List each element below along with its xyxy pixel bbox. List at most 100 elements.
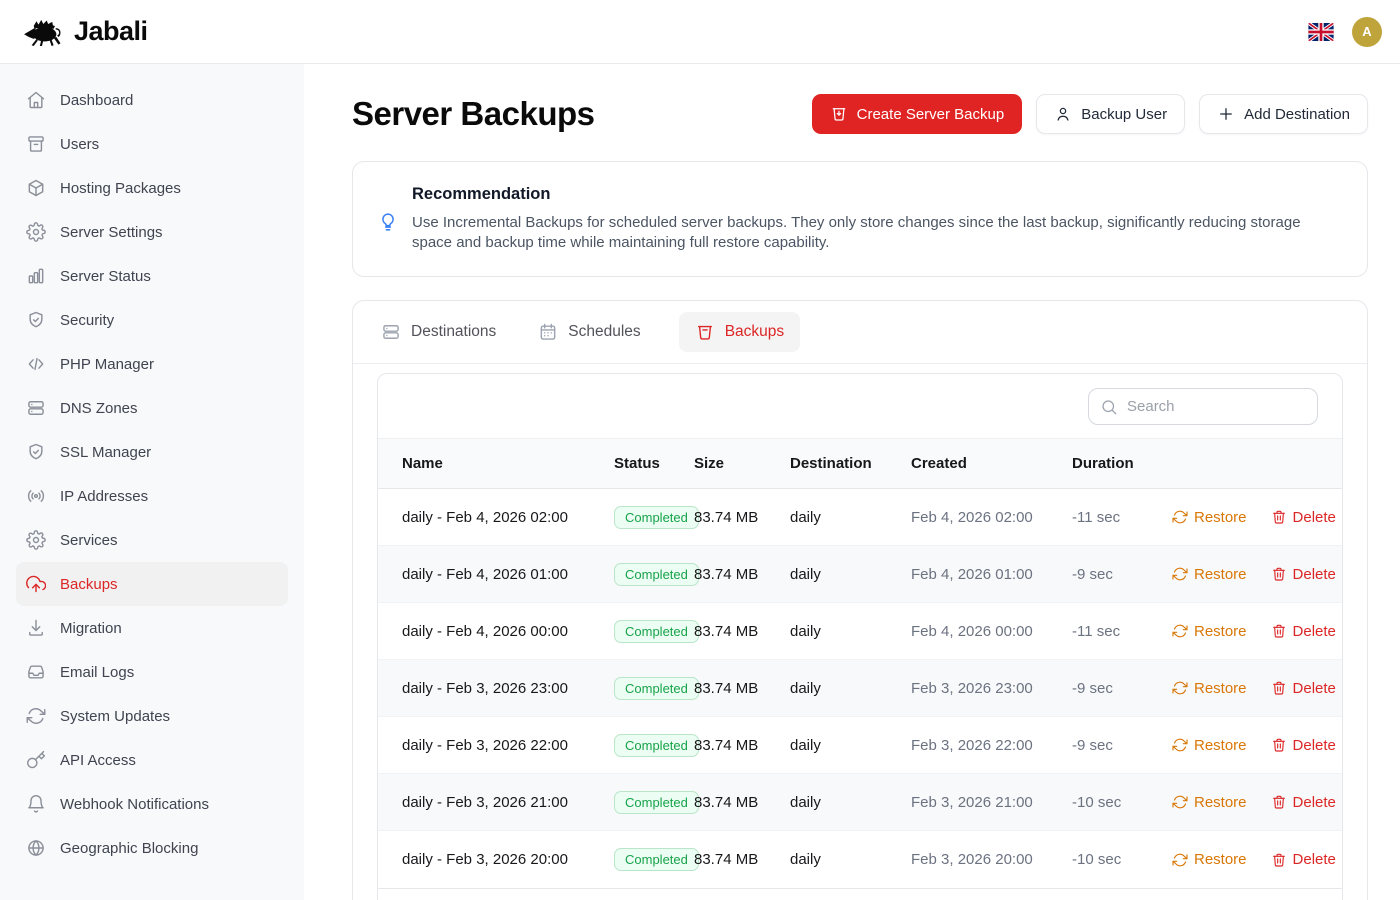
sidebar-item-label: Services bbox=[60, 532, 118, 549]
sidebar-item[interactable]: Backups bbox=[16, 562, 288, 606]
delete-button[interactable]: Delete bbox=[1271, 566, 1336, 583]
backup-created: Feb 4, 2026 01:00 bbox=[911, 566, 1072, 583]
sidebar-item[interactable]: Dashboard bbox=[16, 78, 288, 122]
key-icon bbox=[26, 750, 46, 770]
language-flag-button[interactable] bbox=[1308, 23, 1334, 41]
bell-icon bbox=[26, 794, 46, 814]
table-row: daily - Feb 4, 2026 02:00 Completed 83.7… bbox=[378, 489, 1342, 546]
backups-panel: Destinations Schedules Backups bbox=[352, 300, 1368, 900]
restore-label: Restore bbox=[1194, 623, 1247, 640]
sidebar-item[interactable]: Users bbox=[16, 122, 288, 166]
row-actions: Restore Delete bbox=[1172, 566, 1336, 583]
trash-icon bbox=[1271, 509, 1287, 525]
status-badge: Completed bbox=[614, 848, 699, 871]
add-destination-button[interactable]: Add Destination bbox=[1199, 94, 1368, 134]
restore-label: Restore bbox=[1194, 680, 1247, 697]
sidebar-item[interactable]: Migration bbox=[16, 606, 288, 650]
tab-label: Backups bbox=[725, 323, 784, 341]
restore-button[interactable]: Restore bbox=[1172, 623, 1247, 640]
sidebar-item[interactable]: Hosting Packages bbox=[16, 166, 288, 210]
sidebar-item[interactable]: Webhook Notifications bbox=[16, 782, 288, 826]
sidebar-item[interactable]: Server Settings bbox=[16, 210, 288, 254]
restore-icon bbox=[1172, 737, 1188, 753]
sidebar-item[interactable]: SSL Manager bbox=[16, 430, 288, 474]
restore-label: Restore bbox=[1194, 509, 1247, 526]
delete-button[interactable]: Delete bbox=[1271, 509, 1336, 526]
restore-button[interactable]: Restore bbox=[1172, 566, 1247, 583]
delete-button[interactable]: Delete bbox=[1271, 851, 1336, 868]
backup-destination: daily bbox=[790, 623, 911, 640]
sidebar-item[interactable]: PHP Manager bbox=[16, 342, 288, 386]
backup-created: Feb 4, 2026 00:00 bbox=[911, 623, 1072, 640]
restore-button[interactable]: Restore bbox=[1172, 737, 1247, 754]
sidebar-item-label: System Updates bbox=[60, 708, 170, 725]
backup-status-cell: Completed bbox=[614, 734, 694, 757]
inbox-icon bbox=[26, 662, 46, 682]
sidebar-item[interactable]: Geographic Blocking bbox=[16, 826, 288, 870]
shield-icon bbox=[26, 442, 46, 462]
row-actions: Restore Delete bbox=[1172, 794, 1336, 811]
user-avatar[interactable]: A bbox=[1352, 17, 1382, 47]
restore-icon bbox=[1172, 566, 1188, 582]
backup-user-button[interactable]: Backup User bbox=[1036, 94, 1185, 134]
sidebar-item-label: Email Logs bbox=[60, 664, 134, 681]
search-box[interactable] bbox=[1088, 388, 1318, 425]
backup-name: daily - Feb 4, 2026 01:00 bbox=[402, 566, 614, 583]
tab[interactable]: Schedules bbox=[534, 312, 644, 352]
backup-duration: -11 sec bbox=[1072, 623, 1172, 640]
sidebar-item-label: Dashboard bbox=[60, 92, 133, 109]
restore-button[interactable]: Restore bbox=[1172, 509, 1247, 526]
sidebar-item-label: SSL Manager bbox=[60, 444, 151, 461]
delete-button[interactable]: Delete bbox=[1271, 737, 1336, 754]
restore-icon bbox=[1172, 509, 1188, 525]
backup-size: 83.74 MB bbox=[694, 680, 790, 697]
restore-label: Restore bbox=[1194, 566, 1247, 583]
backup-size: 83.74 MB bbox=[694, 566, 790, 583]
sidebar-item[interactable]: Server Status bbox=[16, 254, 288, 298]
delete-button[interactable]: Delete bbox=[1271, 680, 1336, 697]
brand[interactable]: Jabali bbox=[22, 16, 148, 47]
create-server-backup-button[interactable]: Create Server Backup bbox=[812, 94, 1023, 134]
brand-name: Jabali bbox=[74, 16, 148, 47]
app-window: Jabali A Dashboard bbox=[0, 0, 1400, 900]
backup-created: Feb 3, 2026 22:00 bbox=[911, 737, 1072, 754]
sidebar-item-label: PHP Manager bbox=[60, 356, 154, 373]
row-actions: Restore Delete bbox=[1172, 851, 1336, 868]
table-row: daily - Feb 4, 2026 00:00 Completed 83.7… bbox=[378, 603, 1342, 660]
restore-button[interactable]: Restore bbox=[1172, 794, 1247, 811]
backup-status-cell: Completed bbox=[614, 506, 694, 529]
backup-name: daily - Feb 4, 2026 00:00 bbox=[402, 623, 614, 640]
sidebar-item[interactable]: Security bbox=[16, 298, 288, 342]
backup-size: 83.74 MB bbox=[694, 851, 790, 868]
column-header-created: Created bbox=[911, 455, 1072, 472]
sidebar-item[interactable]: DNS Zones bbox=[16, 386, 288, 430]
tab[interactable]: Destinations bbox=[377, 312, 500, 352]
sidebar-item-label: Webhook Notifications bbox=[60, 796, 209, 813]
sidebar-item[interactable]: Email Logs bbox=[16, 650, 288, 694]
boar-logo-icon bbox=[22, 16, 66, 47]
sidebar-item[interactable]: System Updates bbox=[16, 694, 288, 738]
status-badge: Completed bbox=[614, 677, 699, 700]
search-input[interactable] bbox=[1088, 388, 1318, 425]
backup-destination: daily bbox=[790, 680, 911, 697]
sidebar-item[interactable]: Services bbox=[16, 518, 288, 562]
plus-icon bbox=[1217, 105, 1235, 123]
delete-label: Delete bbox=[1293, 566, 1336, 583]
backup-duration: -11 sec bbox=[1072, 509, 1172, 526]
refresh-icon bbox=[26, 706, 46, 726]
bucket-icon bbox=[695, 322, 715, 342]
backup-size: 83.74 MB bbox=[694, 737, 790, 754]
backup-created: Feb 3, 2026 23:00 bbox=[911, 680, 1072, 697]
backup-status-cell: Completed bbox=[614, 791, 694, 814]
delete-button[interactable]: Delete bbox=[1271, 794, 1336, 811]
topbar-right: A bbox=[1308, 17, 1382, 47]
restore-button[interactable]: Restore bbox=[1172, 680, 1247, 697]
backup-status-cell: Completed bbox=[614, 620, 694, 643]
restore-button[interactable]: Restore bbox=[1172, 851, 1247, 868]
tab[interactable]: Backups bbox=[679, 312, 800, 352]
sidebar-item[interactable]: IP Addresses bbox=[16, 474, 288, 518]
sidebar-item[interactable]: API Access bbox=[16, 738, 288, 782]
restore-label: Restore bbox=[1194, 794, 1247, 811]
sidebar: Dashboard Users Hosting Packages Server … bbox=[0, 64, 304, 900]
delete-button[interactable]: Delete bbox=[1271, 623, 1336, 640]
